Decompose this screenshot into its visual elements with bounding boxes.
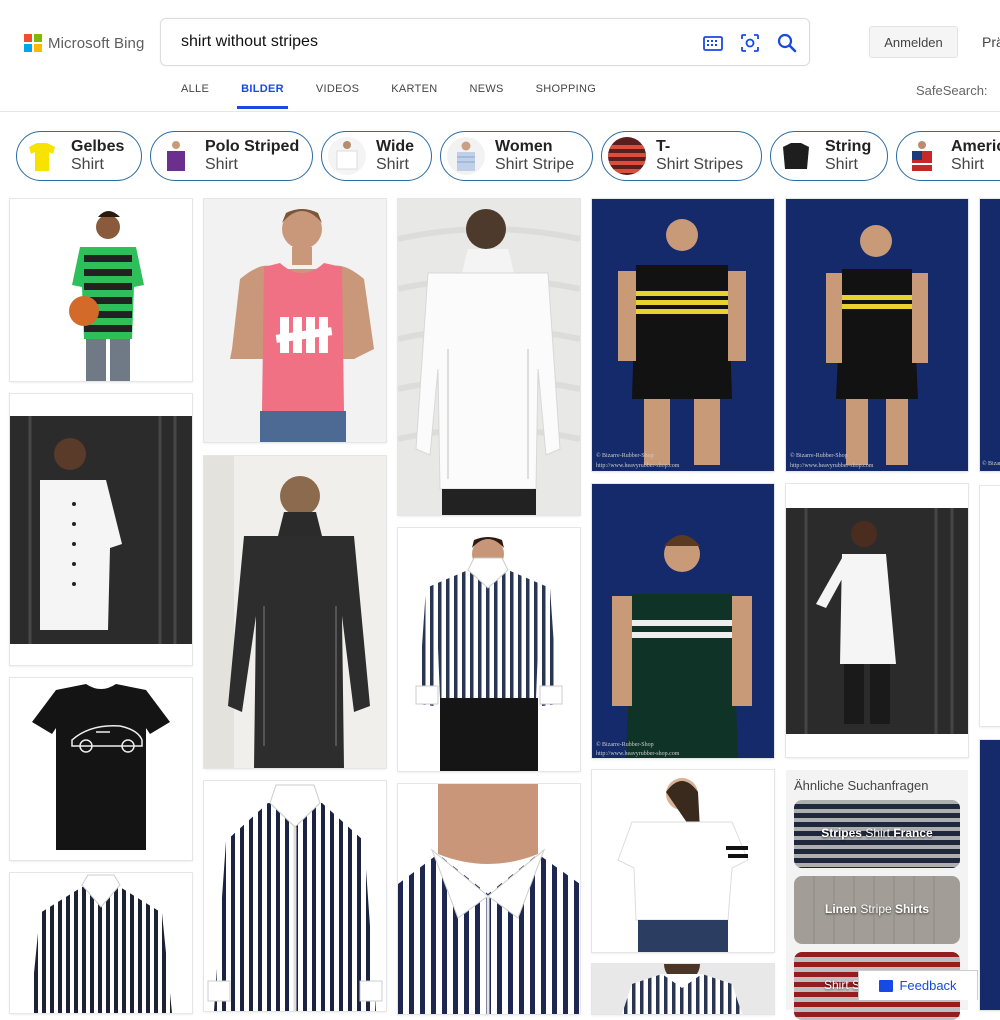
- pill-text: Shirt: [825, 156, 858, 173]
- pill-bold-text: Americ: [951, 138, 1000, 155]
- pill-bold-text: Polo Striped: [205, 138, 300, 155]
- search-tabs: ALLE BILDER VIDEOS KARTEN NEWS SHOPPING: [165, 83, 612, 109]
- tab-all[interactable]: ALLE: [165, 83, 225, 109]
- related-search-stripes-shirt-france[interactable]: Stripes Shirt France: [794, 800, 960, 868]
- svg-text:© Bizarr: © Bizarr: [982, 460, 1000, 467]
- pill-text: Shirt: [71, 156, 104, 173]
- related-text: Shirt S: [824, 978, 861, 992]
- pill-string-shirt[interactable]: String Shirt: [770, 131, 888, 181]
- image-result[interactable]: [204, 199, 386, 442]
- visual-keyboard-icon[interactable]: [701, 31, 725, 55]
- pill-text: Shirt: [376, 156, 409, 173]
- feedback-button[interactable]: Feedback: [858, 970, 978, 1000]
- svg-text:© Bizarre-Rubber-Shop: © Bizarre-Rubber-Shop: [596, 452, 654, 459]
- image-result[interactable]: © Bizarre-Rubber-Shop http://www.heavyru…: [592, 199, 774, 471]
- sign-in-button[interactable]: Anmelden: [869, 26, 958, 58]
- pill-bold-text: Wide: [376, 138, 415, 155]
- image-result[interactable]: [10, 394, 192, 665]
- image-result[interactable]: [10, 199, 192, 381]
- search-input[interactable]: shirt without stripes: [181, 33, 318, 51]
- tab-news[interactable]: NEWS: [453, 83, 519, 109]
- pill-women-shirt-stripe[interactable]: Women Shirt Stripe: [440, 131, 593, 181]
- visual-search-icon[interactable]: [738, 31, 762, 55]
- svg-text:http://www.heavyrubber-shop.co: http://www.heavyrubber-shop.com: [596, 751, 680, 757]
- image-result[interactable]: © Bizarre-Rubber-Shop http://www.heavyru…: [592, 484, 774, 758]
- image-result[interactable]: [592, 964, 774, 1014]
- image-result[interactable]: [980, 740, 1000, 1010]
- related-text: Shirt: [861, 826, 894, 840]
- preferences-link[interactable]: Prä: [982, 34, 1000, 50]
- pill-thumbnail: [447, 137, 485, 175]
- pill-wide-shirt[interactable]: Wide Shirt: [321, 131, 432, 181]
- search-icon[interactable]: [775, 31, 799, 55]
- pill-thumbnail: [608, 137, 646, 175]
- svg-text:© Bizarre-Rubber-Shop: © Bizarre-Rubber-Shop: [596, 741, 654, 748]
- related-search-linen-stripe-shirts[interactable]: Linen Stripe Shirts: [794, 876, 960, 944]
- pill-text: Shirt: [205, 156, 238, 173]
- pill-thumbnail: [777, 137, 815, 175]
- top-bar: Microsoft Bing shirt without stripes Anm…: [0, 0, 1000, 112]
- svg-text:http://www.heavyrubber-shop.co: http://www.heavyrubber-shop.com: [790, 463, 874, 469]
- pill-thumbnail: [157, 137, 195, 175]
- svg-text:http://www.heavyrubber-shop.co: http://www.heavyrubber-shop.com: [596, 463, 680, 469]
- bing-logo[interactable]: Microsoft Bing: [24, 33, 144, 53]
- image-result[interactable]: [204, 781, 386, 1011]
- pill-text: Shirt Stripes: [656, 156, 744, 173]
- pill-bold-text: String: [825, 138, 872, 155]
- pill-bold-text: Women: [495, 138, 553, 155]
- pill-text: Shirt Stripe: [495, 156, 575, 173]
- pill-bold-text: Gelbes: [71, 138, 125, 155]
- related-searches-heading: Ähnliche Suchanfragen: [794, 778, 929, 793]
- pill-thumbnail: [903, 137, 941, 175]
- pill-gelbes-shirt[interactable]: Gelbes Shirt: [16, 131, 142, 181]
- image-result[interactable]: [592, 770, 774, 952]
- pill-text: Shirt: [951, 156, 984, 173]
- image-result[interactable]: [204, 456, 386, 768]
- image-result[interactable]: [980, 486, 1000, 726]
- pill-thumbnail: [328, 137, 366, 175]
- tab-images[interactable]: BILDER: [225, 83, 300, 109]
- related-bold: Shirts: [895, 902, 930, 916]
- related-bold: Linen: [824, 902, 857, 916]
- feedback-label: Feedback: [899, 978, 957, 993]
- feedback-icon: [879, 979, 894, 992]
- related-bold: Stripes: [821, 826, 862, 840]
- microsoft-logo-icon: [24, 34, 42, 52]
- brand-name: Microsoft Bing: [48, 34, 145, 52]
- image-result[interactable]: © Bizarr: [980, 199, 1000, 471]
- image-result[interactable]: [398, 199, 580, 515]
- related-bold: France: [893, 826, 933, 840]
- pill-polo-striped-shirt[interactable]: Polo Striped Shirt: [150, 131, 313, 181]
- svg-text:© Bizarre-Rubber-Shop: © Bizarre-Rubber-Shop: [790, 452, 848, 459]
- pill-thumbnail: [23, 137, 61, 175]
- tab-maps[interactable]: KARTEN: [375, 83, 453, 109]
- tab-shopping[interactable]: SHOPPING: [520, 83, 612, 109]
- image-result[interactable]: [10, 873, 192, 1013]
- search-box[interactable]: shirt without stripes: [160, 18, 810, 66]
- image-result[interactable]: [398, 784, 580, 1014]
- tab-videos[interactable]: VIDEOS: [300, 83, 375, 109]
- image-result[interactable]: [786, 484, 968, 757]
- pill-bold-text: T-: [656, 138, 671, 155]
- related-pills: Gelbes Shirt Polo Striped Shirt Wide Shirt …: [16, 131, 1000, 181]
- safesearch-toggle[interactable]: SafeSearch:: [916, 83, 988, 98]
- pill-t-shirt-stripes[interactable]: T- Shirt Stripes: [601, 131, 762, 181]
- image-result[interactable]: [10, 678, 192, 860]
- image-result[interactable]: © Bizarre-Rubber-Shop http://www.heavyru…: [786, 199, 968, 471]
- related-text: Stripe: [856, 902, 895, 916]
- pill-american-shirt[interactable]: Americ Shirt: [896, 131, 1000, 181]
- image-result[interactable]: [398, 528, 580, 771]
